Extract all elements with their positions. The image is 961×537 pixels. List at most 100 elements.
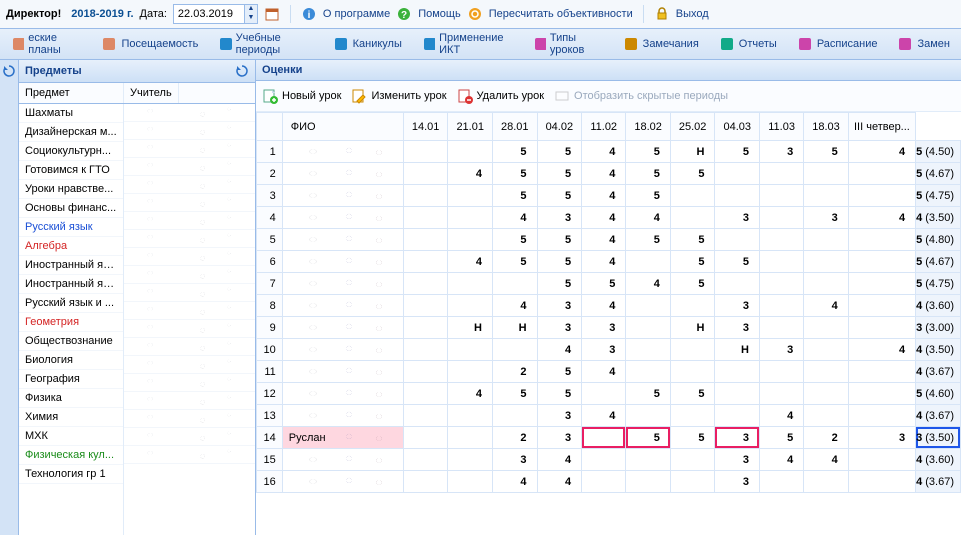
grade-cell[interactable] <box>403 427 448 449</box>
subject-item[interactable]: Технология гр 1 <box>19 465 123 484</box>
grade-cell[interactable]: 3 <box>760 339 804 361</box>
grade-cell[interactable]: 5 <box>537 229 582 251</box>
help-icon[interactable]: ? <box>396 6 412 22</box>
toolbar-btn-5[interactable]: Типы уроков <box>524 28 612 60</box>
grade-cell[interactable]: 5 <box>626 383 671 405</box>
help-link[interactable]: Помощь <box>418 8 461 20</box>
grade-cell[interactable] <box>403 163 448 185</box>
grade-cell[interactable] <box>804 317 849 339</box>
grade-cell[interactable] <box>715 405 760 427</box>
grade-cell[interactable] <box>626 317 671 339</box>
student-name[interactable] <box>282 361 403 383</box>
grade-cell[interactable] <box>670 449 715 471</box>
grade-cell[interactable]: 5 <box>537 251 582 273</box>
grade-cell[interactable]: 3 <box>537 427 582 449</box>
grade-cell[interactable] <box>448 185 493 207</box>
grade-cell[interactable]: 4 <box>848 207 915 229</box>
toolbar-btn-0[interactable]: еские планы <box>2 28 90 60</box>
grade-cell[interactable] <box>448 295 493 317</box>
toolbar-btn-4[interactable]: Применение ИКТ <box>413 28 522 60</box>
grade-cell[interactable]: 3 <box>715 449 760 471</box>
student-name[interactable] <box>282 251 403 273</box>
grade-cell[interactable]: 4 <box>492 295 537 317</box>
grade-cell[interactable]: 4 <box>848 141 915 163</box>
grade-cell[interactable] <box>760 251 804 273</box>
grade-cell[interactable]: 5 <box>760 427 804 449</box>
grade-cell[interactable]: 2 <box>804 427 849 449</box>
grade-cell[interactable]: 5 <box>626 141 671 163</box>
grade-cell[interactable] <box>715 383 760 405</box>
toolbar-btn-8[interactable]: Расписание <box>788 32 887 56</box>
grade-cell[interactable]: 4 <box>582 405 626 427</box>
grade-cell[interactable]: 5 <box>492 251 537 273</box>
grade-cell[interactable] <box>670 339 715 361</box>
grade-cell[interactable]: 5 <box>492 163 537 185</box>
date-header[interactable]: 11.03 <box>760 113 804 141</box>
grade-cell[interactable]: 4 <box>448 251 493 273</box>
grade-cell[interactable] <box>804 361 849 383</box>
student-name[interactable] <box>282 185 403 207</box>
grade-cell[interactable] <box>403 141 448 163</box>
grade-cell[interactable] <box>448 339 493 361</box>
grade-cell[interactable] <box>403 361 448 383</box>
grade-cell[interactable]: 4 <box>626 273 671 295</box>
grade-cell[interactable]: 5 <box>670 229 715 251</box>
date-header[interactable]: 04.03 <box>715 113 760 141</box>
subject-item[interactable]: Русский язык и ... <box>19 294 123 313</box>
grade-cell[interactable] <box>715 273 760 295</box>
grade-cell[interactable] <box>448 427 493 449</box>
grade-cell[interactable] <box>760 229 804 251</box>
grade-cell[interactable] <box>448 471 493 493</box>
grade-cell[interactable]: 3 <box>537 207 582 229</box>
student-name[interactable]: Руслан <box>282 427 403 449</box>
subject-item[interactable]: Шахматы <box>19 104 123 123</box>
grade-cell[interactable] <box>804 229 849 251</box>
grade-cell[interactable]: 5 <box>492 229 537 251</box>
grade-cell[interactable] <box>760 207 804 229</box>
grade-cell[interactable]: Н <box>670 317 715 339</box>
about-link[interactable]: О программе <box>323 8 390 20</box>
edit-lesson-button[interactable]: Изменить урок <box>351 88 446 104</box>
grade-cell[interactable] <box>760 383 804 405</box>
grade-cell[interactable] <box>492 273 537 295</box>
grade-cell[interactable] <box>448 141 493 163</box>
grade-cell[interactable] <box>626 449 671 471</box>
grade-cell[interactable]: 3 <box>715 427 760 449</box>
subject-item[interactable]: География <box>19 370 123 389</box>
subject-item[interactable]: Уроки нравстве... <box>19 180 123 199</box>
grade-cell[interactable] <box>760 295 804 317</box>
date-header[interactable]: 25.02 <box>670 113 715 141</box>
grade-cell[interactable] <box>804 339 849 361</box>
grade-cell[interactable] <box>804 471 849 493</box>
grade-cell[interactable] <box>760 185 804 207</box>
grade-cell[interactable]: 4 <box>582 141 626 163</box>
new-lesson-button[interactable]: Новый урок <box>262 88 341 104</box>
grade-cell[interactable]: 5 <box>492 383 537 405</box>
grade-cell[interactable]: 3 <box>537 317 582 339</box>
grade-cell[interactable] <box>448 449 493 471</box>
subject-item[interactable]: Физика <box>19 389 123 408</box>
grade-cell[interactable]: 5 <box>626 427 671 449</box>
student-name[interactable] <box>282 229 403 251</box>
grade-cell[interactable]: 5 <box>670 273 715 295</box>
toolbar-btn-9[interactable]: Замен <box>888 32 959 56</box>
grade-cell[interactable]: 5 <box>537 383 582 405</box>
grade-cell[interactable]: 4 <box>582 251 626 273</box>
grade-cell[interactable]: 5 <box>670 427 715 449</box>
grade-cell[interactable]: 4 <box>537 471 582 493</box>
student-name[interactable] <box>282 339 403 361</box>
refresh-icon[interactable] <box>235 64 249 78</box>
grade-cell[interactable]: 4 <box>626 207 671 229</box>
grade-cell[interactable]: 3 <box>582 317 626 339</box>
grade-cell[interactable] <box>448 273 493 295</box>
grade-cell[interactable] <box>403 449 448 471</box>
grade-cell[interactable] <box>848 317 915 339</box>
grade-cell[interactable]: 5 <box>715 251 760 273</box>
grade-cell[interactable] <box>403 273 448 295</box>
grade-cell[interactable] <box>582 383 626 405</box>
grade-cell[interactable] <box>804 251 849 273</box>
grade-cell[interactable]: 5 <box>537 141 582 163</box>
grade-cell[interactable]: 3 <box>715 207 760 229</box>
grade-cell[interactable] <box>626 251 671 273</box>
grade-cell[interactable] <box>448 361 493 383</box>
